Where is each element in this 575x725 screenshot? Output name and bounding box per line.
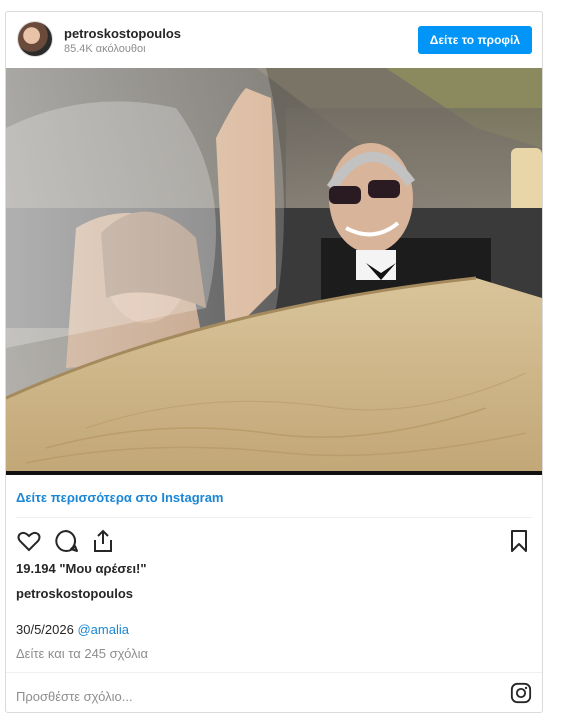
follower-count: 85.4K ακόλουθοι bbox=[64, 43, 146, 55]
post-header: petroskostopoulos 85.4K ακόλουθοι Δείτε … bbox=[6, 12, 542, 68]
divider bbox=[6, 672, 542, 673]
username[interactable]: petroskostopoulos bbox=[64, 26, 181, 41]
photo-bottom-border bbox=[6, 471, 542, 475]
share-icon[interactable] bbox=[90, 528, 116, 554]
post-date-line: 30/5/2026 @amalia bbox=[16, 622, 129, 637]
instagram-embed-card: petroskostopoulos 85.4K ακόλουθοι Δείτε … bbox=[5, 11, 543, 713]
wedding-photo-image bbox=[6, 68, 542, 473]
post-date: 30/5/2026 bbox=[16, 622, 74, 637]
view-profile-button[interactable]: Δείτε το προφίλ bbox=[417, 26, 532, 54]
divider bbox=[16, 517, 532, 518]
like-count[interactable]: 19.194 "Μου αρέσει!" bbox=[16, 561, 147, 576]
comment-icon[interactable] bbox=[53, 528, 79, 554]
add-comment-input[interactable]: Προσθέστε σχόλιο... bbox=[16, 689, 133, 704]
mention-link[interactable]: @amalia bbox=[77, 622, 129, 637]
view-all-comments-link[interactable]: Δείτε και τα 245 σχόλια bbox=[16, 646, 148, 661]
see-more-on-instagram-link[interactable]: Δείτε περισσότερα στο Instagram bbox=[16, 490, 224, 505]
post-photo[interactable] bbox=[6, 68, 542, 473]
action-bar bbox=[16, 528, 532, 556]
instagram-icon[interactable] bbox=[510, 682, 532, 704]
bookmark-icon[interactable] bbox=[506, 528, 532, 554]
avatar[interactable] bbox=[18, 22, 52, 56]
heart-icon[interactable] bbox=[16, 528, 42, 554]
caption-username[interactable]: petroskostopoulos bbox=[16, 586, 133, 601]
